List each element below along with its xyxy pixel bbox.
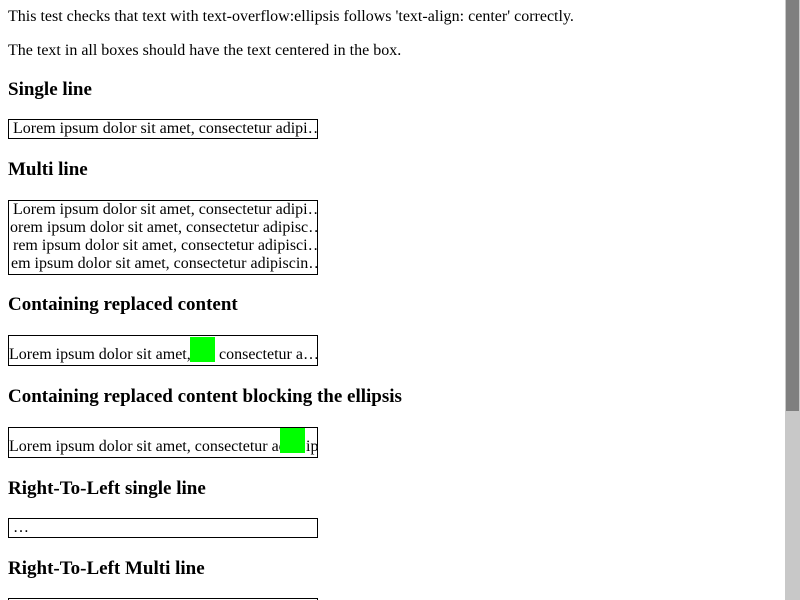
single-line-box: Lorem ipsum dolor sit amet, consectetur … bbox=[8, 119, 318, 139]
heading-rtl-multi-line: Right-To-Left Multi line bbox=[8, 558, 205, 579]
blocking-before-text: Lorem ipsum dolor sit amet, consectetur … bbox=[9, 438, 280, 455]
heading-replaced-content: Containing replaced content bbox=[8, 294, 238, 315]
scrollbar-thumb[interactable] bbox=[786, 0, 799, 411]
rtl-single-line-text: … bbox=[13, 519, 29, 536]
replaced-after-text: consectetur a… bbox=[219, 346, 318, 363]
heading-rtl-single-line: Right-To-Left single line bbox=[8, 478, 206, 499]
replaced-blocking-box: Lorem ipsum dolor sit amet, consectetur … bbox=[8, 427, 318, 458]
single-line-text: Lorem ipsum dolor sit amet, consectetur … bbox=[13, 120, 317, 137]
heading-multi-line: Multi line bbox=[8, 159, 88, 180]
intro-instruction-text: The text in all boxes should have the te… bbox=[8, 42, 402, 59]
intro-text: This test checks that text with text-ove… bbox=[8, 8, 574, 25]
rtl-single-line-box: … bbox=[8, 518, 318, 538]
multi-line-text-2: orem ipsum dolor sit amet, consectetur a… bbox=[10, 219, 317, 236]
blocking-after-text: ip bbox=[306, 438, 318, 455]
blocking-image-block bbox=[280, 428, 305, 453]
multi-line-text-1: Lorem ipsum dolor sit amet, consectetur … bbox=[13, 201, 317, 218]
vertical-scrollbar[interactable] bbox=[785, 0, 800, 600]
multi-line-text-4: em ipsum dolor sit amet, consectetur adi… bbox=[11, 255, 317, 272]
multi-line-text-3: rem ipsum dolor sit amet, consectetur ad… bbox=[13, 237, 317, 254]
heading-single-line: Single line bbox=[8, 79, 92, 100]
heading-replaced-blocking: Containing replaced content blocking the… bbox=[8, 386, 402, 407]
replaced-content-box: Lorem ipsum dolor sit amet, consectetur … bbox=[8, 335, 318, 366]
multi-line-box: Lorem ipsum dolor sit amet, consectetur … bbox=[8, 200, 318, 275]
replaced-before-text: Lorem ipsum dolor sit amet, bbox=[9, 346, 191, 363]
replaced-image-block bbox=[190, 337, 215, 362]
